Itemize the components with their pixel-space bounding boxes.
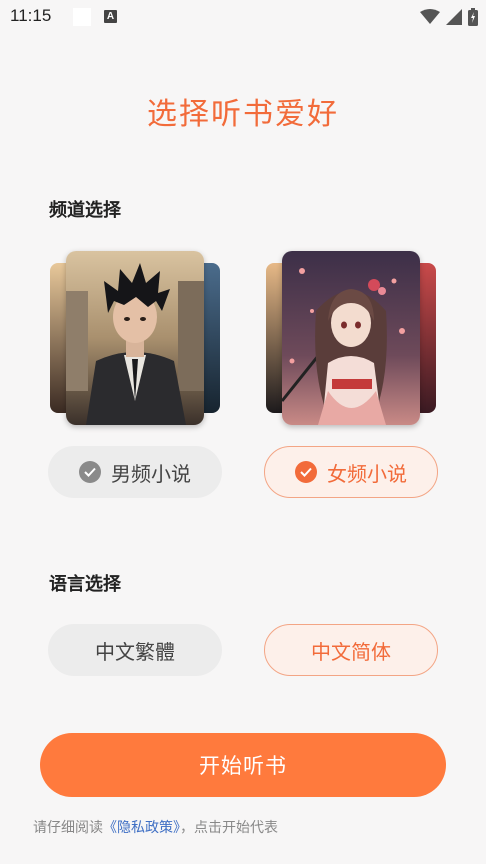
privacy-notice-suffix: ，点击开始代表 xyxy=(180,820,278,836)
signal-icon xyxy=(446,9,462,25)
status-time: 11:15 xyxy=(10,6,52,25)
male-novel-cover[interactable] xyxy=(50,251,220,425)
bottom-fade-overlay xyxy=(316,800,486,864)
simplified-chinese-label: 中文简体 xyxy=(311,639,391,664)
start-listening-button[interactable]: 开始听书 xyxy=(40,733,446,797)
male-novel-check-icon xyxy=(79,461,101,483)
traditional-chinese-label: 中文繁體 xyxy=(95,639,175,664)
privacy-policy-link[interactable]: 《隐私政策》 xyxy=(103,820,180,836)
privacy-notice-prefix: 请仔细阅读 xyxy=(33,820,103,836)
battery-icon xyxy=(468,8,478,26)
status-icons xyxy=(420,8,478,26)
simplified-chinese-option[interactable]: 中文简体 xyxy=(264,624,438,676)
female-novel-option[interactable]: 女频小说 xyxy=(264,446,438,498)
status-bar: 11:15 A xyxy=(0,0,486,36)
page-title: 选择听书爱好 xyxy=(147,97,339,132)
channel-section-label: 频道选择 xyxy=(49,200,121,221)
male-cover-illustration xyxy=(66,251,204,425)
language-section-label: 语言选择 xyxy=(49,574,121,595)
female-cover-illustration xyxy=(282,251,420,425)
wifi-icon xyxy=(420,9,440,24)
male-novel-label: 男频小说 xyxy=(111,461,191,486)
female-novel-label: 女频小说 xyxy=(327,461,407,486)
privacy-notice: 请仔细阅读《隐私政策》，点击开始代表 xyxy=(33,817,278,837)
notification-square-icon xyxy=(73,8,91,26)
male-novel-option[interactable]: 男频小说 xyxy=(48,446,222,498)
traditional-chinese-option[interactable]: 中文繁體 xyxy=(48,624,222,676)
female-novel-cover[interactable] xyxy=(266,251,436,425)
female-novel-check-icon xyxy=(295,461,317,483)
notification-a-icon: A xyxy=(104,10,117,23)
